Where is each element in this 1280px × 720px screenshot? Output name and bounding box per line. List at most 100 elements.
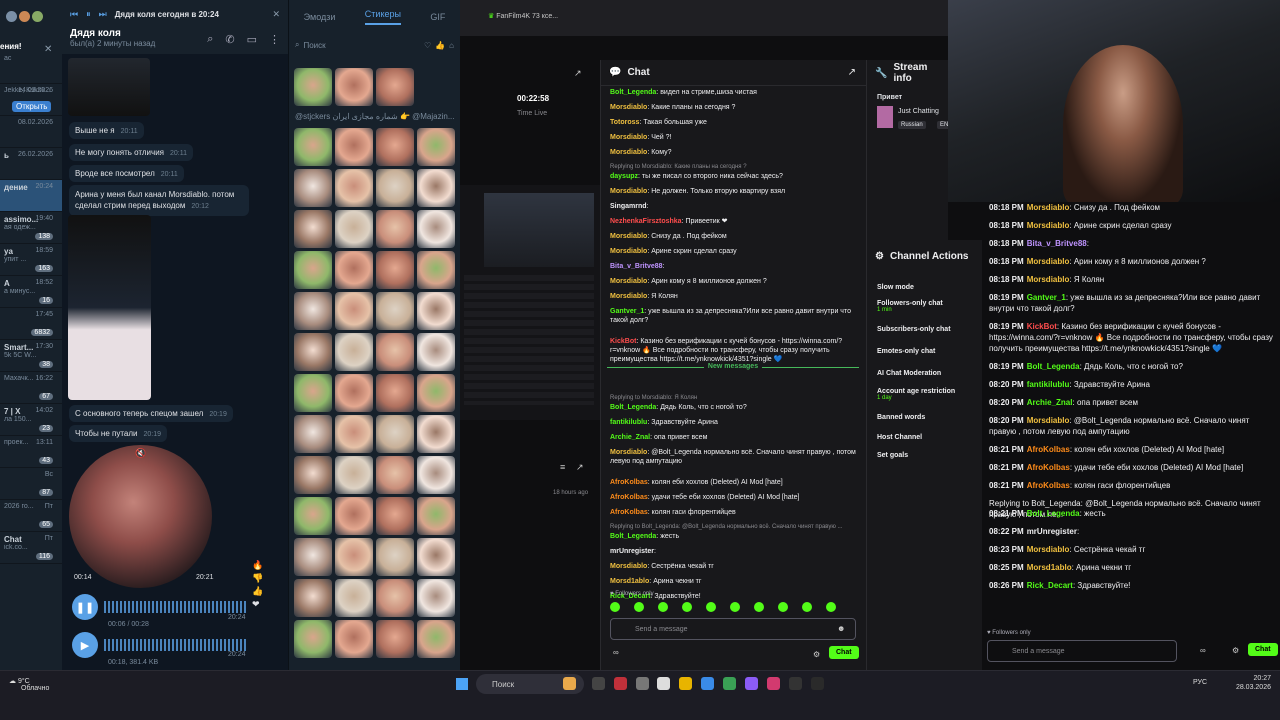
sticker[interactable] [417,538,455,576]
taskbar-app-icon[interactable] [811,677,824,690]
sticker[interactable] [335,169,373,207]
reply-reference[interactable]: Replying to Bolt_Legenda: @Bolt_Legenda … [610,523,858,532]
popout-icon[interactable]: ↗ [574,68,582,79]
chat-message[interactable]: Morsdiablo: Арине скрин сделал сразу [610,247,858,256]
taskbar-app-icon[interactable] [614,677,627,690]
chat-message[interactable]: mrUnregister: [610,547,858,556]
chat-message[interactable]: Morsdiablo: Я Колян [610,292,858,301]
chat-username[interactable]: Morsdiablo [610,248,647,255]
chat-message[interactable]: Morsdiablo: Снизу да . Под фейком [610,232,858,241]
chat-username[interactable]: Bolt_Legenda [610,89,656,96]
chat-message[interactable]: Bolt_Legenda: видел на стриме,шиза чиста… [610,88,858,97]
channel-action-item[interactable]: Followers-only chat 1 min [877,300,943,313]
voice-waveform[interactable] [104,639,248,651]
sticker[interactable] [294,579,332,617]
chat-username[interactable]: Morsdiablo [610,149,647,156]
sticker[interactable] [417,497,455,535]
chat-list-item[interactable]: Aа минус... 18:52 16 [0,276,62,308]
pause-icon[interactable]: ❚❚ [72,594,98,620]
screenshot-thumbnail[interactable] [68,58,150,116]
taskbar-app-icon[interactable] [657,677,670,690]
screenshot-thumbnail[interactable] [68,215,151,400]
chat-message[interactable]: 08:21 PM AfroKolbas: колян еби хохлов (De… [989,444,1275,455]
sticker[interactable] [335,497,373,535]
sticker[interactable] [376,620,414,658]
stream-preview[interactable] [460,185,600,420]
chat-username[interactable]: AfroKolbas [1027,463,1070,472]
chat-message[interactable]: AfroKolbas: удачи тебе еби хохлов (Delet… [610,493,858,502]
chat-message[interactable]: Morsdiablo: Сестрёнка чекай тг [610,562,858,571]
chat-message[interactable]: 08:18 PM Morsdiablo: Я Колян [989,274,1275,285]
chat-username[interactable]: AfroKolbas [1027,445,1070,454]
chat-message[interactable]: 08:18 PM Morsdiablo: Арин кому я 8 миллио… [989,256,1275,267]
sticker[interactable] [294,415,332,453]
chat-username[interactable]: Morsd1ablo [610,578,649,585]
chat-username[interactable]: Gantver_1 [1027,293,1066,302]
chat-username[interactable]: KickBot [1027,322,1057,331]
sticker[interactable] [294,68,332,106]
emoji-icon[interactable]: ☻ [837,624,845,633]
chat-list-item[interactable]: 08.02.2026 [0,116,62,148]
chat-message[interactable]: Totoross: Такая большая уже [610,118,858,127]
sticker[interactable] [335,456,373,494]
chat-message[interactable]: 08:19 PM Bolt_Legenda: Дядь Коль, что с н… [989,361,1275,372]
search-icon[interactable]: ⌕ [207,33,213,46]
taskbar-app-icon[interactable] [636,677,649,690]
browser-tab[interactable]: ♛ FanFilm4K 73 ксе... [488,12,558,20]
chat-username[interactable]: Morsdiablo [610,278,647,285]
chat-message[interactable]: daysupz: ты же писал со второго ника сей… [610,172,858,181]
gear-icon[interactable]: ⚙ [1232,646,1239,655]
chat-username[interactable]: AfroKolbas [610,479,648,486]
chat-username[interactable]: Morsdiablo [610,104,647,111]
chat-message[interactable]: AfroKolbas: колян гаси флорентийцев [610,508,858,517]
channel-action-item[interactable]: Set goals [877,452,908,459]
chat-list-item[interactable]: ь 26.02.2026 [0,148,62,180]
voice-message[interactable]: ▶ 00:18, 381.4 KB [72,630,248,666]
emote-icon[interactable] [802,602,812,612]
chat-username[interactable]: AfroKolbas [610,494,648,501]
chat-list-item[interactable]: Chat ick.co... Пт 116 [0,532,62,564]
taskbar-app-icon[interactable] [745,677,758,690]
message-bubble[interactable]: Не могу понять отличия 20:11 [69,144,193,161]
chat-list-item[interactable]: проек... 13:11 43 [0,436,62,468]
sticker[interactable] [417,415,455,453]
chat-message[interactable]: 08:21 PM AfroKolbas: удачи тебе еби хохло… [989,462,1275,473]
preview-video[interactable] [484,193,594,267]
open-button[interactable]: Открыть [12,101,52,112]
fire-icon[interactable]: 🔥 [252,560,263,571]
chat-username[interactable]: Morsdiablo [610,134,647,141]
chat-username[interactable]: NezhenkaFirsztoshka [610,218,682,225]
chat-username[interactable]: Morsdiablo [1027,416,1070,425]
taskbar-app-icon[interactable] [563,677,576,690]
sticker[interactable] [376,292,414,330]
chat-message[interactable]: Morsd1ablo: Арина чекни тг [610,577,858,586]
chat-message[interactable]: NezhenkaFirsztoshka: Привеетик ❤ [610,217,858,226]
chat-list-item[interactable]: assimo... ая одеж... 19:40 138 [0,212,62,244]
chat-message[interactable]: 08:18 PM Morsdiablo: Снизу да . Под фейко… [989,202,1275,213]
taskbar-app-icon[interactable] [701,677,714,690]
chat-username[interactable]: Bolt_Legenda [610,533,656,540]
start-button[interactable] [456,678,468,690]
chat-username[interactable]: mrUnregister [1027,527,1077,536]
voice-waveform[interactable] [104,601,248,613]
reply-reference[interactable]: Replying to Morsdiablo: Какие планы на с… [610,163,858,172]
chat-username[interactable]: Morsdiablo [610,293,647,300]
infinity-icon[interactable]: ∞ [1200,646,1206,655]
pause-icon[interactable]: ⏸ [86,9,91,20]
chat-username[interactable]: Bolt_Legenda [1027,509,1080,518]
sticker[interactable] [294,210,332,248]
reply-reference[interactable]: Replying to Morsdiablo: Я Колян [610,394,858,403]
chat-message[interactable]: 08:19 PM Gantver_1: уже вышла из за депре… [989,292,1275,314]
tab-emoji[interactable]: Эмодзи [304,12,336,22]
chat-message[interactable]: fantikilublu: Здравствуйте Арина [610,418,858,427]
sticker[interactable] [376,538,414,576]
sticker[interactable] [294,497,332,535]
chat-send-button[interactable]: Chat [829,646,859,659]
emote-icon[interactable] [826,602,836,612]
tab-gif[interactable]: GIF [430,12,445,22]
sticker[interactable] [376,128,414,166]
forward-icon[interactable]: ⏭ [99,9,107,20]
chat-message[interactable]: Gantver_1: уже вышла из за депресняка?Ил… [610,307,858,325]
sticker[interactable] [294,374,332,412]
chat-message[interactable]: 08:21 PM Bolt_Legenda: жесть [989,508,1275,519]
